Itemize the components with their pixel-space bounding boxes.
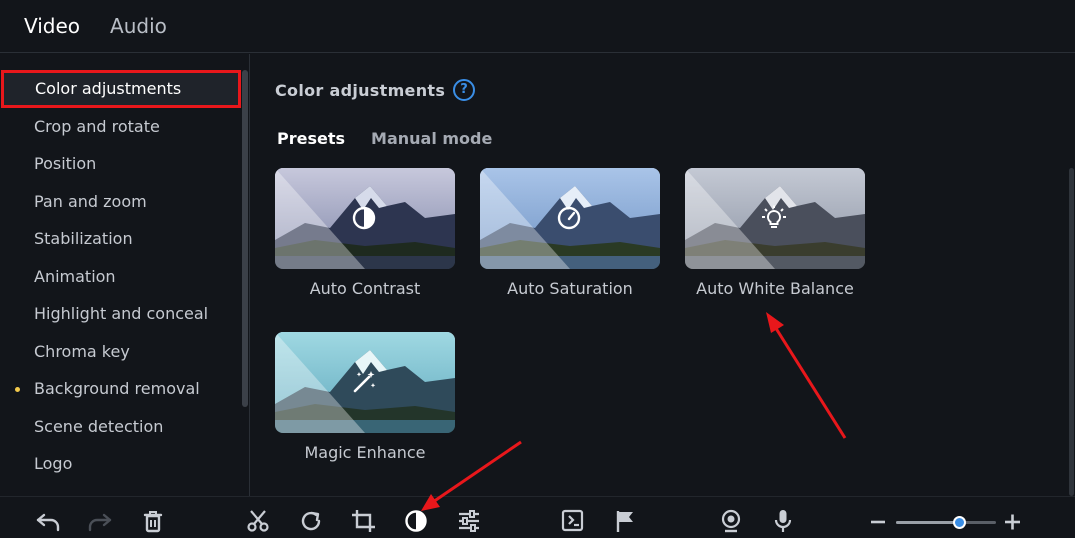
sidebar-item-stabilization[interactable]: Stabilization xyxy=(0,220,240,258)
zoom-slider[interactable] xyxy=(896,516,996,529)
zoom-out-icon[interactable] xyxy=(866,509,892,533)
new-feature-dot xyxy=(15,387,20,392)
sliders-icon[interactable] xyxy=(456,509,482,533)
sidebar-item-animation[interactable]: Animation xyxy=(0,258,240,296)
lightbulb-icon xyxy=(762,205,786,228)
sidebar-item-background-removal[interactable]: Background removal xyxy=(0,370,240,408)
zoom-slider-fill xyxy=(896,521,959,524)
tab-audio[interactable]: Audio xyxy=(110,14,167,38)
main-panel: Color adjustments ? Presets Manual mode … xyxy=(251,54,1075,496)
sidebar-item-highlight-and-conceal[interactable]: Highlight and conceal xyxy=(0,295,240,333)
panel-title: Color adjustments xyxy=(275,81,446,100)
preset-label: Auto White Balance xyxy=(696,279,854,298)
bottom-toolbar xyxy=(0,496,1075,538)
help-icon[interactable]: ? xyxy=(453,79,475,101)
trash-icon[interactable] xyxy=(140,509,166,533)
sidebar-item-pan-and-zoom[interactable]: Pan and zoom xyxy=(0,183,240,221)
sidebar-item-logo[interactable]: Logo xyxy=(0,445,240,483)
preset-auto-contrast[interactable]: Auto Contrast xyxy=(275,168,455,298)
magic-wand-icon xyxy=(353,371,376,393)
sidebar-item-label: Logo xyxy=(34,454,73,473)
sidebar-item-scene-detection[interactable]: Scene detection xyxy=(0,408,240,446)
flag-icon[interactable] xyxy=(613,509,639,533)
sidebar-item-label: Pan and zoom xyxy=(34,191,147,211)
sidebar-item-chroma-key[interactable]: Chroma key xyxy=(0,333,240,371)
redo-icon[interactable] xyxy=(87,509,113,533)
preset-thumbnail xyxy=(685,168,865,269)
color-adjust-icon[interactable] xyxy=(403,509,429,533)
sidebar-item-label: Color adjustments xyxy=(35,79,182,98)
sidebar-item-label: Scene detection xyxy=(34,416,164,436)
preset-thumbnail xyxy=(480,168,660,269)
sidebar-scrollbar[interactable] xyxy=(242,70,248,407)
sidebar-item-crop-and-rotate[interactable]: Crop and rotate xyxy=(0,108,240,146)
gauge-icon xyxy=(557,206,581,230)
sidebar-item-label: Chroma key xyxy=(34,341,130,361)
sidebar-item-label: Highlight and conceal xyxy=(34,304,209,323)
microphone-icon[interactable] xyxy=(770,509,796,533)
undo-icon[interactable] xyxy=(35,509,61,533)
preset-label: Auto Contrast xyxy=(309,279,421,298)
scissors-icon[interactable] xyxy=(245,509,271,533)
sidebar-item-label: Background removal xyxy=(34,379,200,398)
zoom-slider-knob[interactable] xyxy=(953,516,966,529)
zoom-in-icon[interactable] xyxy=(1000,509,1026,533)
tab-manual-mode[interactable]: Manual mode xyxy=(371,129,492,148)
sidebar-item-position[interactable]: Position xyxy=(0,145,240,183)
sidebar-list: Color adjustments Crop and rotate Positi… xyxy=(0,70,241,483)
sidebar-item-label: Crop and rotate xyxy=(34,116,160,136)
tab-video[interactable]: Video xyxy=(24,14,80,38)
preset-thumbnail xyxy=(275,332,455,433)
sidebar-item-label: Position xyxy=(34,154,97,173)
webcam-icon[interactable] xyxy=(718,509,744,533)
contrast-icon xyxy=(352,206,376,230)
sidebar-item-color-adjustments[interactable]: Color adjustments xyxy=(1,70,241,108)
crop-icon[interactable] xyxy=(351,509,377,533)
preset-thumbnail xyxy=(275,168,455,269)
mode-tabs: Presets Manual mode xyxy=(277,129,492,148)
preset-auto-saturation[interactable]: Auto Saturation xyxy=(480,168,660,298)
preset-magic-enhance[interactable]: Magic Enhance xyxy=(275,332,455,462)
sidebar: Color adjustments Crop and rotate Positi… xyxy=(0,54,250,496)
sidebar-item-label: Stabilization xyxy=(34,229,133,248)
preset-auto-white-balance[interactable]: Auto White Balance xyxy=(685,168,865,298)
rotate-icon[interactable] xyxy=(298,509,324,533)
preset-label: Magic Enhance xyxy=(304,443,426,462)
sidebar-item-label: Animation xyxy=(34,266,116,286)
top-tabs: Video Audio xyxy=(0,0,1075,53)
export-frame-icon[interactable] xyxy=(560,509,586,533)
main-scrollbar[interactable] xyxy=(1069,168,1074,496)
preset-label: Auto Saturation xyxy=(507,279,633,298)
tab-presets[interactable]: Presets xyxy=(277,129,345,148)
